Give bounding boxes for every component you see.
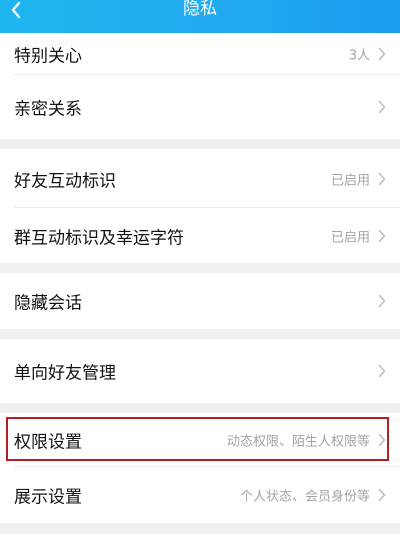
item-label: 特别关心 <box>14 46 82 67</box>
chevron-right-icon <box>378 47 386 61</box>
chevron-right-icon <box>378 433 386 447</box>
item-display-settings[interactable]: 展示设置 个人状态、会员身份等 <box>0 467 400 523</box>
item-intimate-relationship[interactable]: 亲密关系 <box>0 75 400 139</box>
chevron-right-icon <box>378 100 386 114</box>
item-friend-interaction-badge[interactable]: 好友互动标识 已启用 <box>0 149 400 208</box>
item-label: 群互动标识及幸运字符 <box>14 228 184 248</box>
page-title: 隐私 <box>183 0 217 19</box>
chevron-right-icon <box>378 172 386 185</box>
item-value: 个人状态、会员身份等 <box>239 489 370 505</box>
item-label: 亲密关系 <box>14 99 82 120</box>
item-group-interaction-badge[interactable]: 群互动标识及幸运字符 已启用 <box>0 208 400 263</box>
item-hidden-conversations[interactable]: 隐藏会话 <box>0 273 400 329</box>
chevron-right-icon <box>378 488 386 502</box>
item-permission-settings[interactable]: 权限设置 动态权限、陌生人权限等 <box>0 413 400 467</box>
item-value: 已启用 <box>330 173 370 188</box>
item-label: 隐藏会话 <box>14 293 82 314</box>
item-label: 权限设置 <box>14 432 82 453</box>
item-label: 好友互动标识 <box>14 171 116 191</box>
item-value: 已启用 <box>330 230 370 245</box>
app-header: 隐私 <box>0 0 400 33</box>
chevron-right-icon <box>378 294 386 308</box>
item-value: 3人 <box>348 48 370 64</box>
item-label: 展示设置 <box>14 487 82 508</box>
chevron-right-icon <box>378 364 386 378</box>
item-one-way-friend-management[interactable]: 单向好友管理 <box>0 339 400 403</box>
chevron-right-icon <box>378 229 386 242</box>
item-special-care[interactable]: 特别关心 3人 <box>0 33 400 75</box>
item-value: 动态权限、陌生人权限等 <box>226 434 370 450</box>
item-label: 单向好友管理 <box>14 363 116 384</box>
